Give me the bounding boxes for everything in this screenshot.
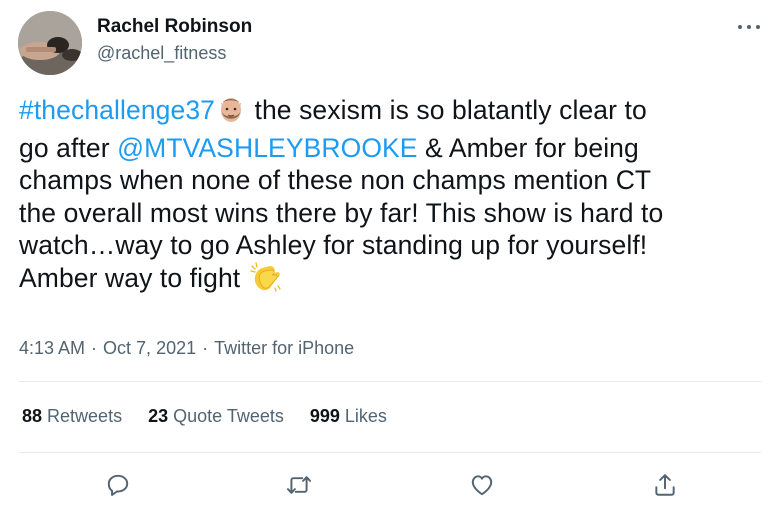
hashtag-link[interactable]: #thechallenge37 [19,95,215,125]
author-handle[interactable]: @rachel_fitness [97,43,226,64]
like-button[interactable] [465,468,499,502]
like-icon [471,475,493,496]
share-icon [655,474,675,496]
retweets-stat[interactable]: 88 Retweets [22,406,122,427]
more-options-icon[interactable] [738,22,760,32]
tweet-line: Amber way to fight [19,261,759,300]
likes-stat[interactable]: 999 Likes [310,406,387,427]
quote-tweets-label: Quote Tweets [173,406,284,426]
clapping-hands-emoji [250,261,282,300]
avatar[interactable] [18,11,82,75]
tweet-stats: 88 Retweets 23 Quote Tweets 999 Likes [22,406,387,427]
quote-tweets-stat[interactable]: 23 Quote Tweets [148,406,284,427]
tweet-line: go after @MTVASHLEYBROOKE & Amber for be… [19,132,759,165]
man-face-emoji [217,94,245,132]
tweet-source[interactable]: Twitter for iPhone [214,338,354,358]
share-button[interactable] [648,468,682,502]
meta-separator: · [202,338,209,358]
tweet-line-text: & Amber for being [417,132,639,163]
tweet-meta: 4:13 AM · Oct 7, 2021 · Twitter for iPhone [19,338,354,359]
author-name[interactable]: Rachel Robinson [97,16,252,38]
tweet-text: #thechallenge37 the sexism is so blatant… [19,94,759,299]
tweet-card: Rachel Robinson @rachel_fitness #thechal… [0,0,780,511]
quote-tweets-count: 23 [148,406,169,426]
tweet-line-text: Amber way to fight [19,262,241,293]
avatar-photo [18,11,82,75]
divider [19,452,761,453]
retweet-icon [286,476,312,494]
likes-label: Likes [344,406,387,426]
tweet-line: watch…way to go Ashley for standing up f… [19,230,648,260]
action-bar [0,468,780,502]
reply-icon [107,474,129,496]
tweet-line-text: go after [19,132,118,163]
tweet-line: champs when none of these non champs men… [19,165,652,195]
tweet-date[interactable]: Oct 7, 2021 [103,338,196,358]
retweet-button[interactable] [282,468,316,502]
mention-link[interactable]: @MTVASHLEYBROOKE [117,133,417,163]
reply-button[interactable] [101,468,135,502]
tweet-line: #thechallenge37 the sexism is so blatant… [19,94,759,132]
retweets-count: 88 [22,406,43,426]
tweet-line-text: the sexism is so blatantly clear to [247,95,647,125]
meta-separator: · [91,338,98,358]
likes-count: 999 [309,406,340,426]
retweets-label: Retweets [47,406,123,426]
tweet-line: the overall most wins there by far! This… [19,197,664,228]
divider [19,381,761,382]
tweet-time[interactable]: 4:13 AM [19,338,85,358]
